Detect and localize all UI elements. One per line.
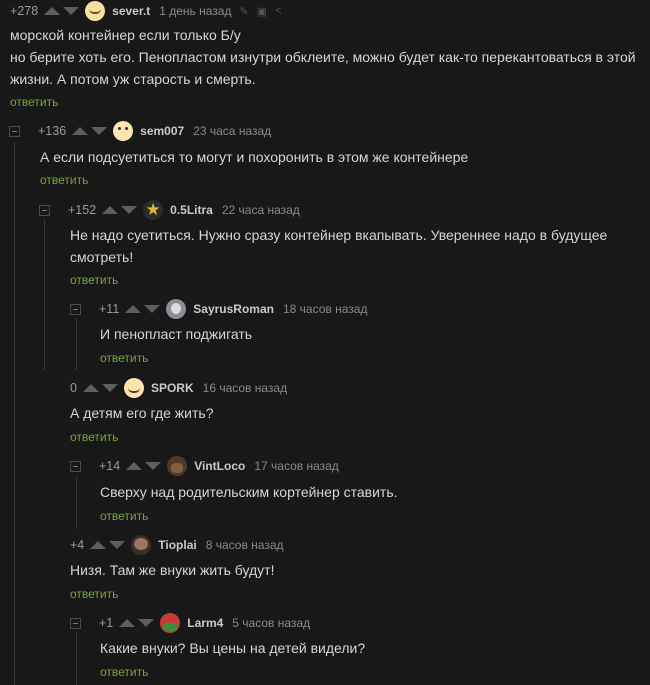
upvote-icon[interactable]: [102, 206, 119, 214]
comment-text: Какие внуки? Вы цены на детей видели?: [100, 637, 365, 659]
avatar[interactable]: [123, 378, 144, 398]
comment-text: Сверху над родительским кортейнер ставит…: [100, 481, 398, 503]
timestamp: 23 часа назад: [193, 124, 272, 138]
downvote-icon[interactable]: [63, 7, 80, 15]
author-name[interactable]: sever.t: [112, 4, 150, 18]
author-name[interactable]: SayrusRoman: [193, 302, 274, 316]
avatar[interactable]: [166, 299, 187, 319]
reply-link[interactable]: ответить: [100, 665, 148, 679]
rating: +14: [99, 459, 121, 473]
edit-icon[interactable]: ✎: [239, 5, 248, 18]
upvote-icon[interactable]: [126, 462, 143, 470]
comment-line: Какие внуки? Вы цены на детей видели?: [100, 640, 366, 656]
comment-header: 0 SPORK 16 часов назад: [70, 377, 287, 399]
reply-link[interactable]: ответить: [70, 587, 118, 601]
downvote-icon[interactable]: [144, 305, 161, 313]
upvote-icon[interactable]: [44, 7, 61, 15]
rating: +11: [99, 302, 120, 316]
comment-text: Не надо суетиться. Нужно сразу контейнер…: [70, 224, 607, 268]
thread-line: [14, 142, 15, 685]
comment-text: А детям его где жить?: [70, 402, 214, 424]
comment-header: +11 SayrusRoman 18 часов назад: [70, 298, 367, 320]
author-name[interactable]: 0.5Litra: [170, 203, 213, 217]
comment-header: +136 sem007 23 часа назад: [9, 120, 271, 142]
comment-line: но берите хоть его. Пенопластом изнутри …: [10, 49, 636, 65]
timestamp: 22 часа назад: [221, 203, 300, 217]
author-name[interactable]: sem007: [140, 124, 184, 138]
comment-text: морской контейнер если только Б/у но бер…: [10, 24, 636, 90]
reply-link[interactable]: ответить: [100, 509, 148, 523]
comment-text: Низя. Там же внуки жить будут!: [70, 559, 274, 581]
timestamp: 8 часов назад: [205, 538, 284, 552]
thread-line: [76, 477, 77, 529]
comment-header: +152 ★ 0.5Litra 22 часа назад: [39, 199, 300, 221]
timestamp: 16 часов назад: [202, 381, 288, 395]
timestamp: 5 часов назад: [232, 616, 311, 630]
comment-line: И пенопласт поджигать: [100, 326, 253, 342]
timestamp: 1 день назад: [159, 4, 232, 18]
collapse-toggle[interactable]: [70, 460, 81, 472]
comment-line: Не надо суетиться. Нужно сразу контейнер…: [70, 227, 608, 243]
collapse-toggle[interactable]: [70, 303, 81, 315]
collapse-toggle[interactable]: [70, 617, 81, 629]
collapse-toggle[interactable]: [39, 204, 50, 216]
avatar[interactable]: [167, 456, 188, 476]
reply-link[interactable]: ответить: [70, 273, 118, 287]
author-name[interactable]: Tioplai: [158, 538, 196, 552]
share-icon[interactable]: <: [275, 5, 281, 17]
rating: +152: [68, 203, 97, 217]
downvote-icon[interactable]: [121, 206, 138, 214]
upvote-icon[interactable]: [125, 305, 142, 313]
comment-line: А детям его где жить?: [70, 405, 214, 421]
author-name[interactable]: Larm4: [187, 616, 223, 630]
comment-line: жизни. А потом уж старость и смерть.: [10, 71, 256, 87]
avatar[interactable]: [160, 613, 181, 633]
thread-line: [76, 318, 77, 370]
rating: +1: [99, 616, 114, 630]
author-name[interactable]: VintLoco: [194, 459, 245, 473]
save-icon[interactable]: ▣: [257, 5, 267, 18]
timestamp: 18 часов назад: [282, 302, 368, 316]
comment-text: А если подсуетиться то могут и похоронит…: [40, 146, 468, 168]
downvote-icon[interactable]: [109, 541, 126, 549]
downvote-icon[interactable]: [138, 619, 155, 627]
reply-link[interactable]: ответить: [10, 95, 58, 109]
reply-link[interactable]: ответить: [40, 173, 88, 187]
author-name[interactable]: SPORK: [151, 381, 194, 395]
comment-header: +278 sever.t 1 день назад ✎ ▣ <: [10, 0, 282, 22]
rating: 0: [70, 381, 77, 395]
thread-line: [44, 220, 45, 370]
timestamp: 17 часов назад: [254, 459, 339, 473]
comment-text: И пенопласт поджигать: [100, 323, 252, 345]
avatar[interactable]: [113, 121, 134, 141]
comment-header: +1 Larm4 5 часов назад: [70, 612, 310, 634]
rating: +4: [70, 538, 85, 552]
rating: +136: [38, 124, 67, 138]
avatar[interactable]: [85, 1, 106, 21]
upvote-icon[interactable]: [82, 384, 99, 392]
comment-line: Сверху над родительским кортейнер ставит…: [100, 484, 398, 500]
rating: +278: [10, 4, 39, 18]
comment-line: А если подсуетиться то могут и похоронит…: [40, 149, 469, 165]
comment-header: +14 VintLoco 17 часов назад: [70, 455, 339, 477]
upvote-icon[interactable]: [72, 127, 89, 135]
downvote-icon[interactable]: [101, 384, 118, 392]
comment-line: морской контейнер если только Б/у: [10, 27, 241, 43]
avatar[interactable]: ★: [143, 200, 164, 220]
downvote-icon[interactable]: [145, 462, 162, 470]
reply-link[interactable]: ответить: [70, 430, 118, 444]
thread-line: [76, 633, 77, 685]
reply-link[interactable]: ответить: [100, 351, 148, 365]
upvote-icon[interactable]: [90, 541, 107, 549]
avatar[interactable]: [131, 535, 152, 555]
collapse-toggle[interactable]: [9, 125, 20, 137]
comment-line: смотреть!: [70, 249, 134, 265]
comment-header: +4 Tioplai 8 часов назад: [70, 534, 284, 556]
downvote-icon[interactable]: [91, 127, 108, 135]
upvote-icon[interactable]: [119, 619, 136, 627]
comment-line: Низя. Там же внуки жить будут!: [70, 562, 275, 578]
